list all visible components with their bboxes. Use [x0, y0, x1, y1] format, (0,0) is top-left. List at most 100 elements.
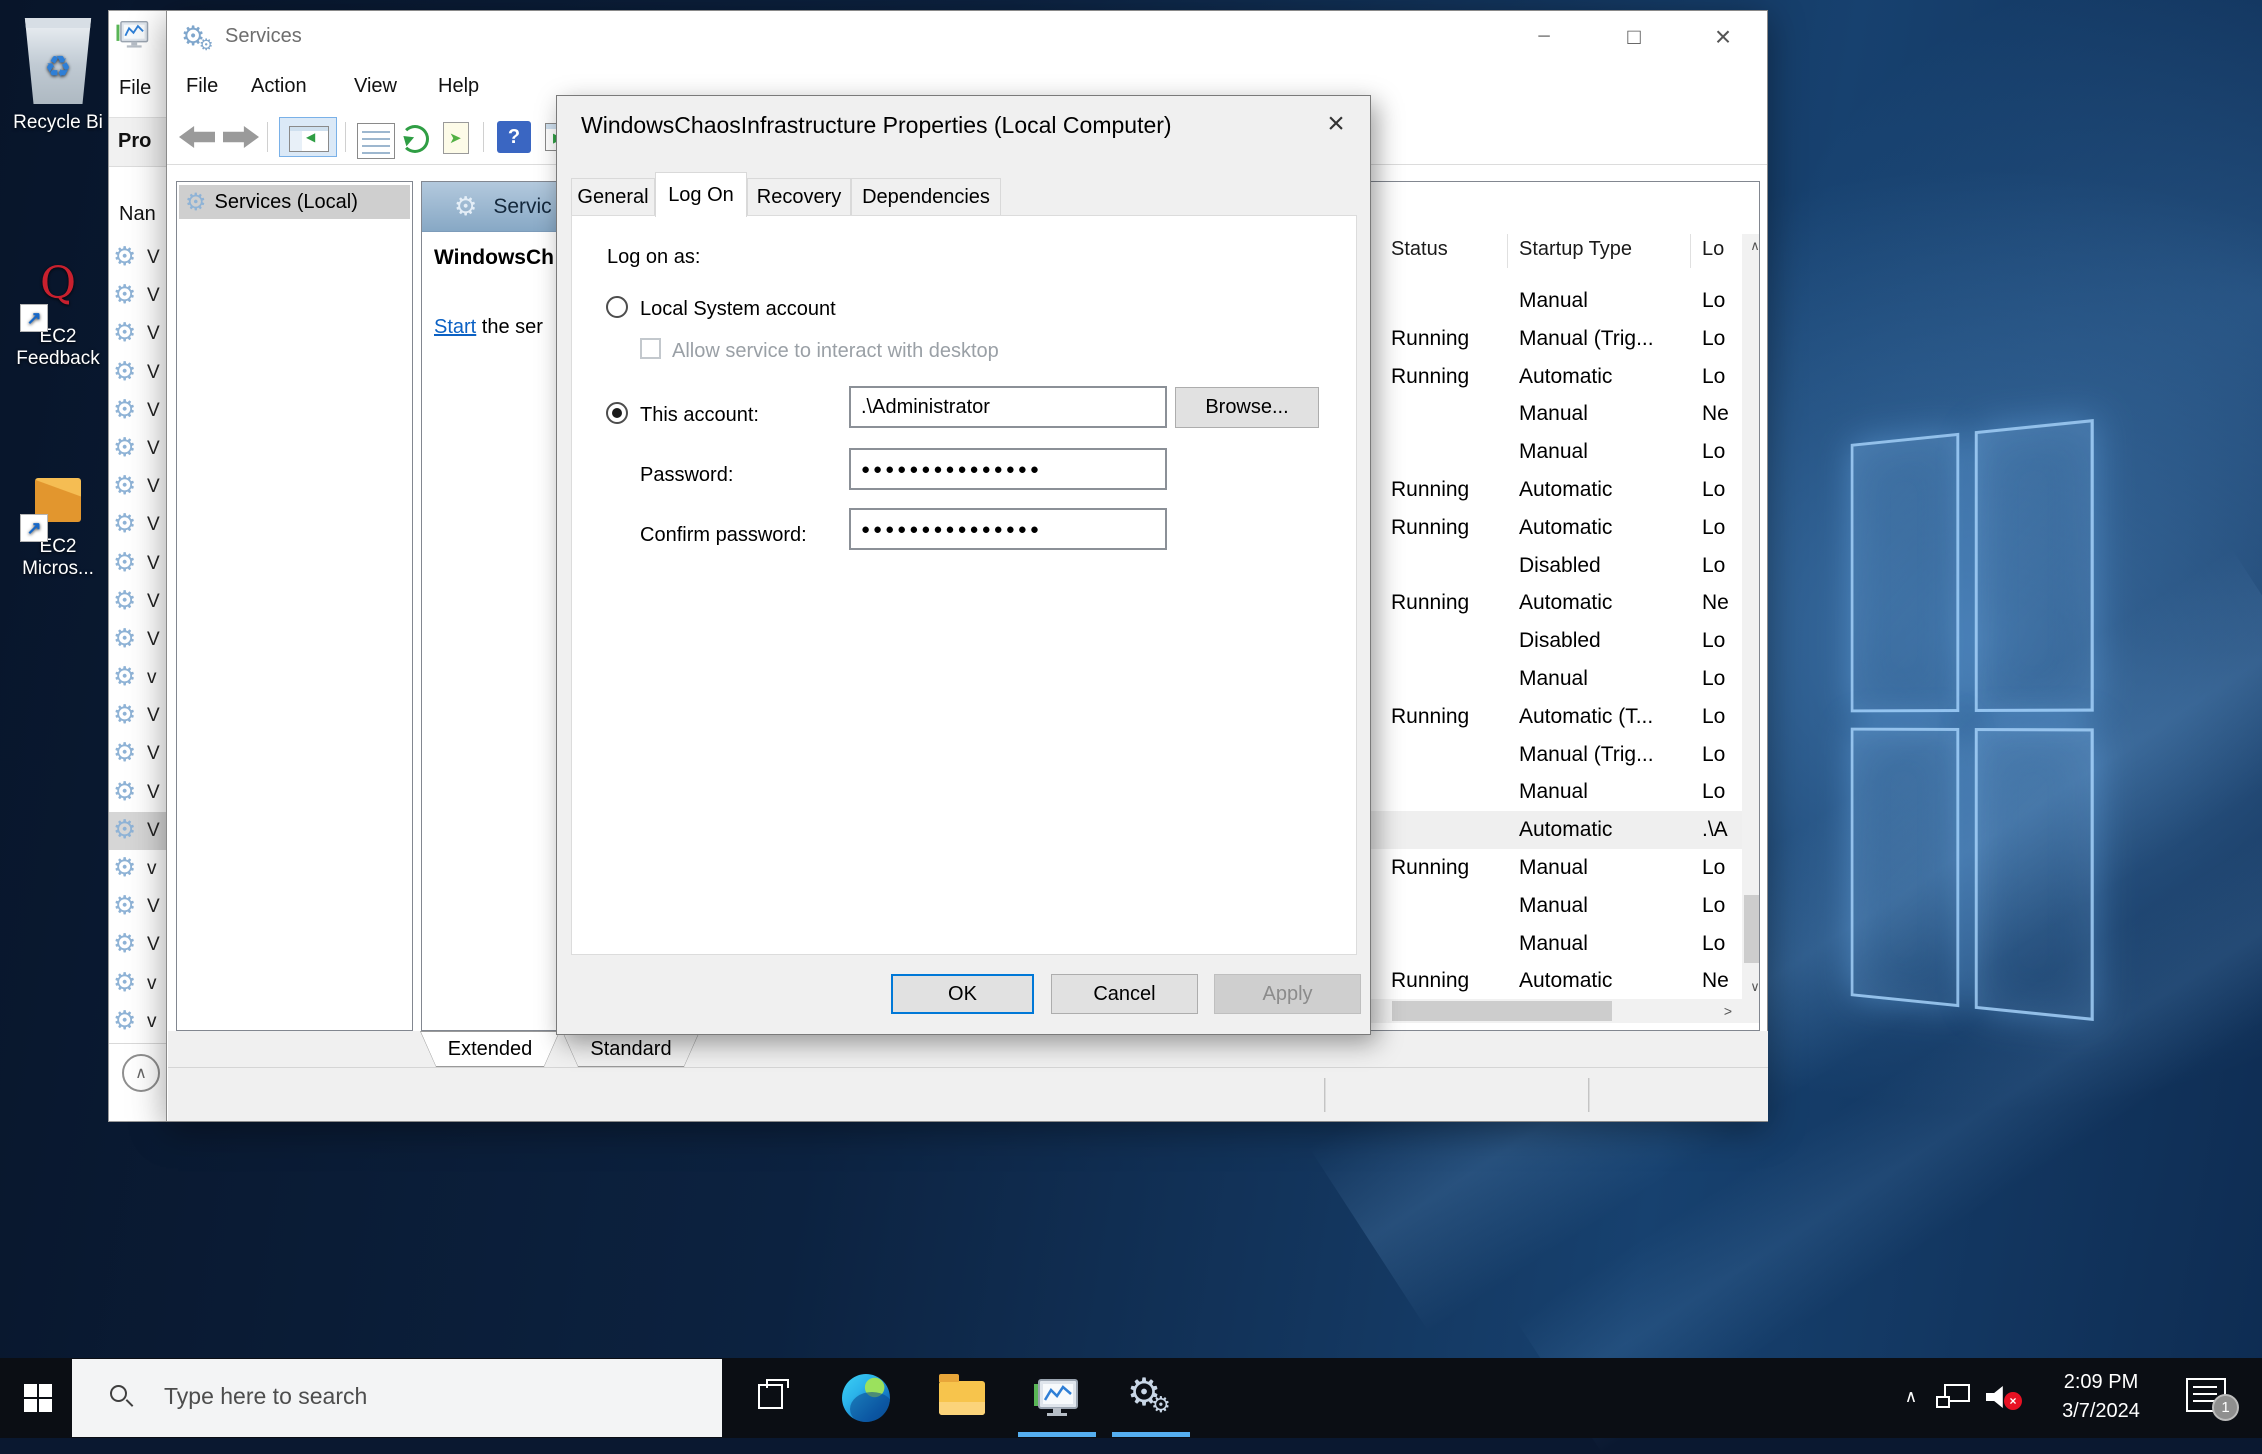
back-icon[interactable] — [179, 126, 215, 148]
tab-general[interactable]: General — [571, 178, 655, 216]
cancel-button[interactable]: Cancel — [1051, 974, 1198, 1014]
scroll-up-icon[interactable] — [1742, 234, 1760, 258]
service-gear-icon — [113, 508, 136, 539]
background-service-row[interactable]: V — [109, 354, 166, 392]
local-system-label[interactable]: Local System account — [640, 298, 836, 321]
open-app-indicator — [1112, 1432, 1190, 1437]
task-view-button[interactable] — [742, 1358, 798, 1438]
start-button[interactable] — [0, 1358, 72, 1438]
menu-file[interactable]: File — [186, 63, 218, 109]
taskbar-services-button[interactable] — [1122, 1358, 1178, 1438]
scroll-right-icon[interactable] — [1714, 999, 1742, 1023]
this-account-radio[interactable] — [606, 402, 628, 424]
collapse-chevron-icon[interactable] — [122, 1054, 160, 1092]
maximize-button[interactable] — [1602, 11, 1666, 63]
export-list-icon[interactable] — [435, 117, 475, 157]
column-header-status[interactable]: Status — [1391, 238, 1448, 261]
background-service-row[interactable]: V — [109, 430, 166, 468]
background-service-row[interactable]: V — [109, 506, 166, 544]
local-system-radio[interactable] — [606, 296, 628, 318]
menu-view[interactable]: View — [354, 63, 397, 109]
background-service-row[interactable]: v — [109, 1003, 166, 1041]
desktop-icon-recycle-bin[interactable]: Recycle Bi — [10, 18, 106, 134]
tab-log-on[interactable]: Log On — [655, 172, 747, 217]
browse-button[interactable]: Browse... — [1175, 387, 1319, 428]
refresh-icon[interactable] — [393, 117, 433, 157]
search-box[interactable]: Type here to search — [72, 1359, 722, 1437]
network-icon[interactable] — [1936, 1384, 1972, 1412]
background-service-row[interactable]: V — [109, 621, 166, 659]
tray-chevron-icon[interactable] — [1896, 1382, 1926, 1412]
taskbar-edge-button[interactable] — [838, 1358, 894, 1438]
tree-item-services-local[interactable]: Services (Local) — [179, 185, 410, 219]
ok-button[interactable]: OK — [891, 974, 1034, 1014]
view-tabs-strip: Extended Standard — [168, 1031, 1768, 1067]
background-service-row[interactable]: v — [109, 850, 166, 888]
service-startup-type: Manual — [1519, 667, 1588, 691]
horizontal-scrollbar-thumb[interactable] — [1392, 1001, 1612, 1021]
allow-interact-checkbox[interactable] — [640, 338, 661, 359]
column-header-startup-type[interactable]: Startup Type — [1519, 238, 1632, 261]
password-input[interactable] — [849, 448, 1167, 490]
vertical-scrollbar-thumb[interactable] — [1744, 895, 1760, 963]
taskbar-file-explorer-button[interactable] — [934, 1358, 990, 1438]
service-gear-icon — [113, 661, 136, 692]
task-view-icon — [758, 1384, 783, 1409]
tab-extended[interactable]: Extended — [420, 1031, 560, 1067]
confirm-password-input[interactable] — [849, 508, 1167, 550]
background-service-row[interactable]: V — [109, 468, 166, 506]
forward-icon[interactable] — [223, 126, 259, 148]
desktop-icon-ec2-feedback[interactable]: Q EC2 Feedback — [8, 262, 108, 370]
background-service-row[interactable]: V — [109, 239, 166, 277]
background-window-file-menu[interactable]: File — [119, 77, 151, 100]
background-window[interactable]: File Pro Nan V V V V V V — [108, 10, 167, 1122]
background-service-row[interactable]: V — [109, 545, 166, 583]
background-service-row[interactable]: V — [109, 812, 166, 850]
background-service-row[interactable]: V — [109, 697, 166, 735]
background-window-toolbar-label[interactable]: Pro — [118, 130, 151, 153]
start-service-text: the ser — [476, 316, 543, 338]
taskbar-clock[interactable]: 2:09 PM 3/7/2024 — [2036, 1368, 2166, 1426]
background-service-row[interactable]: V — [109, 888, 166, 926]
this-account-label[interactable]: This account: — [640, 404, 759, 427]
column-header-logon-as[interactable]: Lo — [1702, 238, 1724, 261]
background-service-row[interactable]: V — [109, 926, 166, 964]
account-input[interactable] — [849, 386, 1167, 428]
scroll-down-icon[interactable] — [1742, 975, 1760, 999]
background-service-row[interactable]: V — [109, 315, 166, 353]
background-service-row[interactable]: V — [109, 735, 166, 773]
service-properties-dialog: WindowsChaosInfrastructure Properties (L… — [556, 95, 1371, 1035]
service-startup-type: Automatic — [1519, 818, 1612, 842]
menu-action[interactable]: Action — [251, 63, 307, 109]
tab-standard[interactable]: Standard — [562, 1031, 700, 1067]
background-service-row[interactable]: V — [109, 392, 166, 430]
dialog-close-icon[interactable] — [1312, 104, 1360, 144]
close-button[interactable] — [1691, 11, 1755, 63]
desktop-icon-ec2-microsoft[interactable]: EC2 Micros... — [8, 478, 108, 580]
properties-icon[interactable] — [351, 117, 391, 157]
background-window-toolbar: Pro — [109, 117, 166, 167]
apply-button[interactable]: Apply — [1214, 974, 1361, 1014]
background-window-name-column[interactable]: Nan — [119, 203, 156, 226]
volume-muted-icon[interactable] — [1986, 1384, 2016, 1410]
background-service-row[interactable]: v — [109, 659, 166, 697]
background-service-row[interactable]: V — [109, 583, 166, 621]
background-service-row[interactable]: v — [109, 965, 166, 1003]
dialog-title: WindowsChaosInfrastructure Properties (L… — [581, 112, 1172, 139]
background-service-row[interactable]: V — [109, 277, 166, 315]
service-gear-icon — [113, 470, 136, 501]
minimize-button[interactable] — [1512, 11, 1576, 63]
show-console-tree-icon[interactable] — [279, 117, 337, 157]
help-icon[interactable] — [497, 117, 531, 157]
taskbar-performance-monitor-button[interactable] — [1028, 1358, 1084, 1438]
tab-dependencies[interactable]: Dependencies — [851, 178, 1001, 216]
background-service-row[interactable]: V — [109, 774, 166, 812]
start-service-link[interactable]: Start — [434, 316, 476, 338]
horizontal-scrollbar[interactable] — [1362, 999, 1742, 1023]
service-gear-icon — [113, 585, 136, 616]
tab-recovery[interactable]: Recovery — [747, 178, 851, 216]
vertical-scrollbar[interactable] — [1742, 234, 1760, 999]
menu-help[interactable]: Help — [438, 63, 479, 109]
service-gear-icon — [113, 394, 136, 425]
service-logon-as: .\A — [1702, 818, 1742, 842]
